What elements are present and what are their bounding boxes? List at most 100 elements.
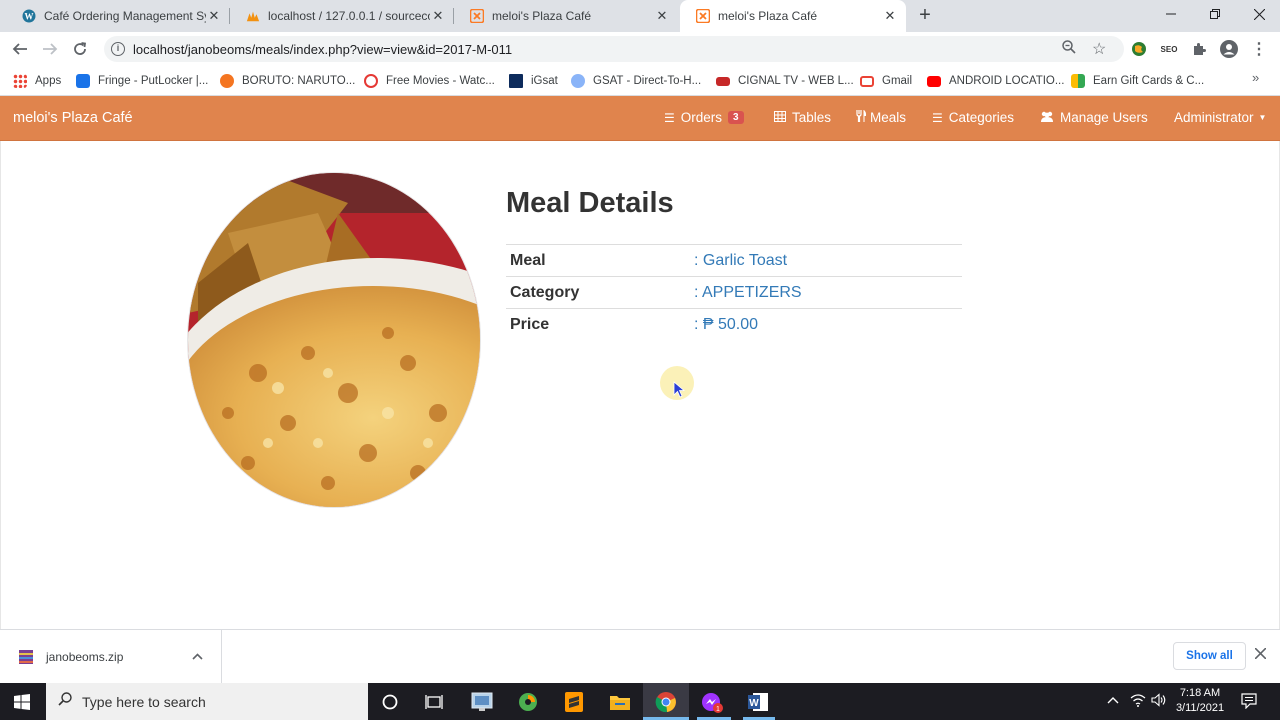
orders-count-badge: 3	[728, 111, 744, 124]
app-navbar: meloi's Plaza Café ☰ Orders 3 Tables Mea…	[0, 96, 1280, 141]
windows-taskbar: Type here to search 1 W 7:18 AM 3/11/202…	[0, 683, 1280, 720]
show-hidden-icons-chevron-icon[interactable]	[1107, 692, 1119, 707]
list-icon: ☰	[664, 110, 675, 125]
minimize-window-button[interactable]	[1148, 0, 1194, 28]
brand-link[interactable]: meloi's Plaza Café	[13, 110, 133, 126]
task-view-icon[interactable]	[420, 688, 448, 716]
gsat-icon	[571, 74, 585, 88]
nav-user-menu[interactable]: Administrator ▼	[1174, 110, 1266, 125]
cortana-icon[interactable]	[376, 688, 404, 716]
close-window-button[interactable]	[1236, 0, 1280, 28]
download-shelf: janobeoms.zip Show all	[0, 629, 1280, 683]
browser-tab[interactable]: localhost / 127.0.0.1 / sourcecod ✕	[230, 0, 454, 32]
bookmark-putlocker[interactable]: Fringe - PutLocker |...	[76, 72, 208, 90]
caret-down-icon: ▼	[1258, 113, 1267, 122]
volume-icon[interactable]	[1151, 693, 1167, 710]
bookmark-gift-cards[interactable]: Earn Gift Cards & C...	[1071, 72, 1204, 90]
taskbar-search-box[interactable]: Type here to search	[46, 683, 368, 720]
extensions-puzzle-icon[interactable]	[1190, 40, 1208, 58]
bookmark-igsat[interactable]: iGsat	[509, 72, 558, 90]
monitor-app-icon[interactable]	[468, 688, 496, 716]
close-tab-icon[interactable]: ✕	[206, 8, 222, 24]
bookmark-star-icon[interactable]: ☆	[1092, 39, 1106, 59]
more-bookmarks-icon[interactable]: »	[1252, 70, 1259, 85]
search-icon	[58, 692, 72, 711]
nav-categories[interactable]: ☰ Categories	[932, 110, 1014, 125]
meal-image	[187, 172, 481, 508]
notifications-icon[interactable]	[1241, 693, 1257, 712]
profile-avatar-icon[interactable]	[1220, 40, 1238, 58]
new-tab-button[interactable]: +	[914, 5, 936, 26]
close-tab-icon[interactable]: ✕	[430, 8, 446, 24]
putlocker-icon	[76, 74, 90, 88]
extension-globe-icon[interactable]	[1130, 40, 1148, 58]
browser-tab[interactable]: meloi's Plaza Café ✕	[454, 0, 678, 32]
play-icon	[364, 74, 378, 88]
detail-value: : Garlic Toast	[694, 251, 788, 269]
messenger-icon[interactable]: 1	[698, 688, 726, 716]
extension-seo-icon[interactable]: SEO	[1160, 40, 1178, 58]
chrome-icon[interactable]	[652, 688, 680, 716]
page-title: Meal Details	[506, 187, 674, 219]
detail-label: Meal	[510, 251, 546, 269]
gmail-icon	[860, 75, 874, 87]
bookmark-boruto[interactable]: BORUTO: NARUTO...	[220, 72, 355, 90]
file-explorer-icon[interactable]	[606, 688, 634, 716]
chameleon-app-icon[interactable]	[514, 688, 542, 716]
microsoft-word-icon[interactable]: W	[744, 688, 772, 716]
cignal-icon	[716, 76, 730, 86]
nav-meals[interactable]: Meals	[856, 110, 906, 125]
system-clock[interactable]: 7:18 AM 3/11/2021	[1166, 686, 1234, 716]
wordpress-icon: W	[22, 9, 36, 23]
nav-tables[interactable]: Tables	[774, 110, 831, 125]
show-all-downloads-button[interactable]: Show all	[1173, 642, 1246, 670]
browser-tab-active[interactable]: meloi's Plaza Café ✕	[680, 0, 906, 32]
address-bar[interactable]: i localhost/janobeoms/meals/index.php?vi…	[104, 36, 1124, 62]
close-tab-icon[interactable]: ✕	[654, 8, 670, 24]
detail-label: Category	[510, 283, 580, 301]
xampp-icon	[696, 9, 710, 23]
meal-details-table: Meal : Garlic Toast Category : APPETIZER…	[506, 244, 962, 341]
browser-tab-strip: W Café Ordering Management Syst ✕ localh…	[0, 0, 1280, 32]
download-item[interactable]: janobeoms.zip	[0, 630, 222, 683]
zip-archive-icon	[18, 649, 34, 665]
zoom-icon[interactable]	[1062, 40, 1076, 57]
url-text[interactable]: localhost/janobeoms/meals/index.php?view…	[133, 42, 512, 57]
search-placeholder: Type here to search	[82, 693, 206, 710]
bookmark-free-movies[interactable]: Free Movies - Watc...	[364, 72, 495, 90]
browser-menu-icon[interactable]: ⋮	[1250, 40, 1268, 58]
table-grid-icon	[774, 110, 786, 125]
reload-icon[interactable]	[68, 37, 92, 61]
sublime-text-icon[interactable]	[560, 688, 588, 716]
bookmark-apps[interactable]: Apps	[13, 72, 61, 90]
tab-title: localhost / 127.0.0.1 / sourcecod	[268, 9, 430, 23]
windows-start-button[interactable]	[0, 683, 44, 720]
back-arrow-icon[interactable]	[8, 37, 32, 61]
align-left-icon: ☰	[932, 110, 943, 125]
forward-arrow-icon[interactable]	[38, 37, 62, 61]
chevron-up-icon[interactable]	[192, 648, 203, 663]
close-tab-icon[interactable]: ✕	[882, 8, 898, 24]
detail-row-meal: Meal : Garlic Toast	[506, 244, 962, 277]
tab-title: meloi's Plaza Café	[718, 9, 817, 23]
browser-tab[interactable]: W Café Ordering Management Syst ✕	[6, 0, 230, 32]
nav-orders[interactable]: ☰ Orders 3	[664, 110, 744, 125]
restore-window-button[interactable]	[1192, 0, 1238, 28]
bookmark-android-location[interactable]: ANDROID LOCATIO...	[927, 72, 1064, 90]
site-info-icon[interactable]: i	[111, 42, 125, 56]
tab-title: Café Ordering Management Syst	[44, 9, 206, 23]
nav-manage-users[interactable]: Manage Users	[1040, 110, 1148, 125]
detail-row-category: Category : APPETIZERS	[506, 276, 962, 309]
xampp-icon	[470, 9, 484, 23]
igsat-icon	[509, 74, 523, 88]
apps-grid-icon	[13, 74, 27, 88]
bookmark-gsat[interactable]: GSAT - Direct-To-H...	[571, 72, 701, 90]
download-filename: janobeoms.zip	[46, 650, 124, 664]
bookmark-gmail[interactable]: Gmail	[860, 72, 912, 90]
clock-time: 7:18 AM	[1179, 687, 1221, 699]
bookmark-cignal[interactable]: CIGNAL TV - WEB L...	[716, 72, 854, 90]
close-shelf-icon[interactable]	[1254, 646, 1267, 664]
crunchyroll-icon	[220, 74, 234, 88]
phpmyadmin-icon	[246, 9, 260, 23]
network-icon[interactable]	[1130, 693, 1146, 710]
